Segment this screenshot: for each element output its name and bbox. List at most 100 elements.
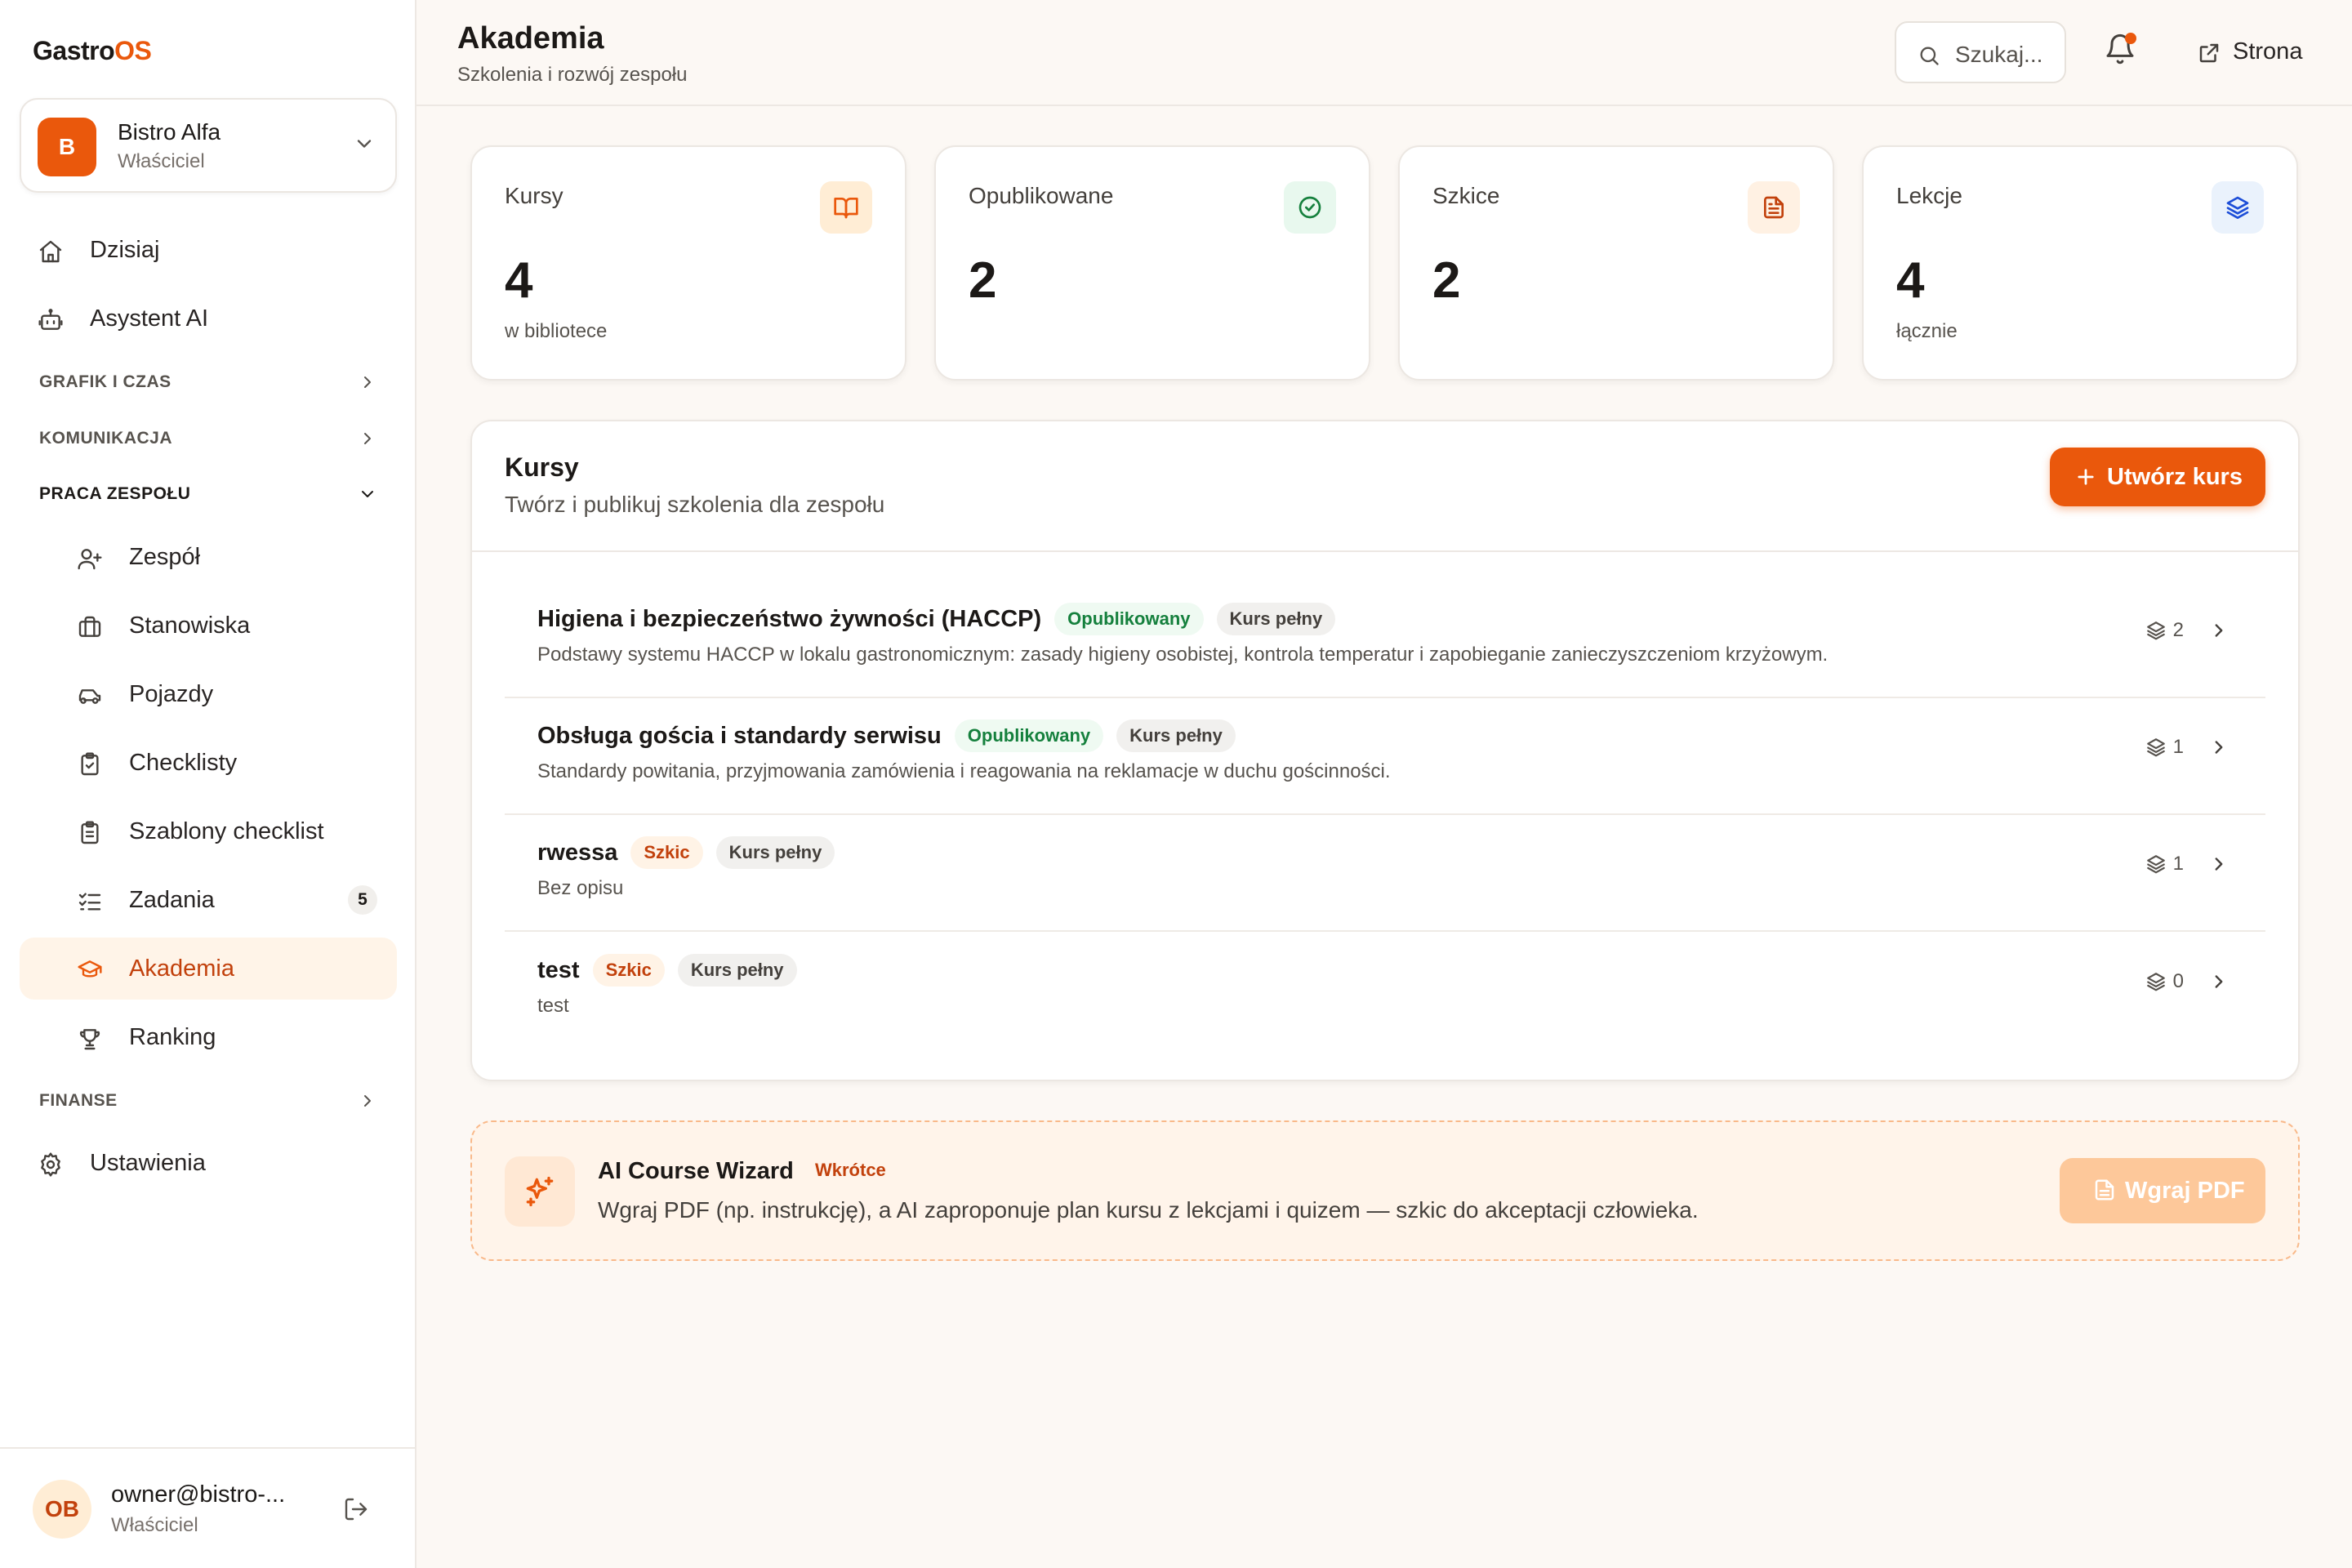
course-row[interactable]: Higiena i bezpieczeństwo żywności (HACCP… — [505, 581, 2265, 698]
lesson-count: 0 — [2172, 970, 2184, 992]
org-role: Właściciel — [118, 150, 205, 172]
chevron-right-icon[interactable] — [2208, 853, 2230, 875]
stat-card-drafts: Szkice 2 — [1398, 145, 1834, 381]
clipboard-check-icon — [77, 751, 103, 777]
sidebar-section-communication[interactable]: KOMUNIKACJA — [39, 422, 377, 455]
org-name: Bistro Alfa — [118, 119, 221, 145]
page-subtitle: Szkolenia i rozwój zespołu — [457, 64, 688, 86]
course-row[interactable]: Obsługa gościa i standardy serwisu Opubl… — [505, 698, 2265, 815]
stat-note: w bibliotece — [505, 320, 608, 342]
upload-pdf-button[interactable]: Wgraj PDF — [2060, 1158, 2265, 1223]
course-description: Bez opisu — [537, 877, 624, 899]
course-description: test — [537, 995, 569, 1017]
sidebar-item-ranking[interactable]: Ranking — [20, 1006, 397, 1068]
section-label: PRACA ZESPOŁU — [39, 484, 191, 503]
layers-icon — [2212, 181, 2264, 234]
search-icon — [1918, 44, 1940, 67]
notifications-button[interactable] — [2104, 33, 2140, 69]
create-course-label: Utwórz kurs — [2107, 464, 2243, 490]
page-title: Akademia — [457, 21, 604, 56]
sidebar-item-label: Akademia — [129, 955, 234, 982]
graduation-cap-icon — [77, 957, 103, 983]
sidebar-item-label: Dzisiaj — [90, 236, 160, 263]
logo-accent-text: OS — [114, 36, 152, 65]
sidebar-item-team[interactable]: Zespół — [20, 526, 397, 588]
user-role: Właściciel — [111, 1514, 198, 1536]
sidebar-item-label: Szablony checklist — [129, 817, 324, 844]
stat-value: 4 — [1896, 252, 1925, 309]
sidebar-item-academy[interactable]: Akademia — [20, 938, 397, 1000]
stat-card-courses: Kursy 4 w bibliotece — [470, 145, 906, 381]
sidebar-section-teamwork[interactable]: PRACA ZESPOŁU — [39, 478, 377, 510]
status-badge: Szkic — [592, 954, 665, 987]
sidebar-item-label: Asystent AI — [90, 305, 209, 332]
external-link-icon — [2197, 41, 2221, 65]
sidebar-section-finance[interactable]: FINANSE — [39, 1085, 377, 1117]
course-row[interactable]: rwessa Szkic Kurs pełny Bez opisu 1 — [505, 815, 2265, 932]
stat-value: 2 — [1432, 252, 1461, 309]
course-title: rwessa — [537, 839, 618, 866]
lesson-count: 2 — [2172, 619, 2184, 641]
stat-label: Lekcje — [1896, 183, 1962, 208]
search-input[interactable]: Szukaj... — [1895, 21, 2066, 83]
stat-card-published: Opublikowane 2 — [934, 145, 1370, 381]
chevron-right-icon[interactable] — [2208, 971, 2230, 992]
ai-wizard-title: AI Course Wizard — [598, 1158, 794, 1184]
sidebar-item-settings[interactable]: Ustawienia — [20, 1132, 397, 1194]
course-kind-badge: Kurs pełny — [677, 954, 797, 987]
sidebar-item-tasks[interactable]: Zadania 5 — [20, 869, 397, 931]
create-course-button[interactable]: Utwórz kurs — [2050, 448, 2265, 506]
sidebar-item-label: Zadania — [129, 886, 215, 913]
sidebar-item-today[interactable]: Dzisiaj — [20, 219, 397, 281]
course-row[interactable]: test Szkic Kurs pełny test 0 — [505, 933, 2265, 1049]
gear-icon — [38, 1152, 64, 1178]
stat-card-lessons: Lekcje 4 łącznie — [1862, 145, 2298, 381]
courses-panel: Kursy Twórz i publikuj szkolenia dla zes… — [470, 420, 2300, 1081]
site-link-label: Strona — [2233, 38, 2303, 65]
tasks-count-badge: 5 — [348, 885, 377, 915]
stat-label: Kursy — [505, 183, 564, 208]
logout-icon[interactable] — [343, 1496, 369, 1522]
chevron-down-icon — [353, 132, 376, 155]
user-email: owner@bistro-... — [111, 1481, 286, 1508]
sidebar-item-positions[interactable]: Stanowiska — [20, 595, 397, 657]
book-open-icon — [820, 181, 872, 234]
sidebar-item-label: Pojazdy — [129, 680, 214, 707]
sidebar-item-checklists[interactable]: Checklisty — [20, 732, 397, 794]
user-profile: OB owner@bistro-... Właściciel — [0, 1447, 415, 1568]
sidebar-item-ai-assistant[interactable]: Asystent AI — [20, 287, 397, 350]
stat-note: łącznie — [1896, 320, 1958, 342]
course-kind-badge: Kurs pełny — [1216, 603, 1336, 635]
panel-title: Kursy — [505, 452, 579, 482]
site-link-button[interactable]: Strona — [2189, 24, 2332, 80]
course-title: Higiena i bezpieczeństwo żywności (HACCP… — [537, 605, 1042, 632]
sidebar-item-label: Stanowiska — [129, 612, 251, 639]
org-avatar: B — [38, 118, 96, 176]
course-kind-badge: Kurs pełny — [715, 836, 835, 869]
app-logo[interactable]: GastroOS — [33, 36, 152, 66]
chevron-right-icon[interactable] — [2208, 620, 2230, 641]
sidebar-item-checklist-templates[interactable]: Szablony checklist — [20, 800, 397, 862]
stat-label: Szkice — [1432, 183, 1500, 208]
lesson-count: 1 — [2172, 736, 2184, 758]
ai-wizard-description: Wgraj PDF (np. instrukcję), a AI zapropo… — [598, 1197, 1699, 1223]
status-badge: Opublikowany — [954, 719, 1104, 752]
page-header: Akademia Szkolenia i rozwój zespołu Szuk… — [416, 0, 2352, 106]
sparkles-icon — [505, 1156, 575, 1227]
layers-icon — [2145, 620, 2167, 641]
sidebar: GastroOS B Bistro Alfa Właściciel Dzisia… — [0, 0, 416, 1568]
section-label: KOMUNIKACJA — [39, 429, 172, 448]
list-checks-icon — [77, 889, 103, 915]
avatar[interactable]: OB — [33, 1480, 91, 1539]
course-description: Podstawy systemu HACCP w lokalu gastrono… — [537, 644, 1829, 666]
sidebar-section-schedule[interactable]: GRAFIK I CZAS — [39, 366, 377, 399]
notification-dot — [2125, 33, 2136, 44]
user-plus-icon — [77, 546, 103, 572]
chevron-right-icon[interactable] — [2208, 737, 2230, 758]
plus-icon — [2074, 466, 2097, 488]
org-switcher[interactable]: B Bistro Alfa Właściciel — [20, 98, 397, 193]
upload-pdf-label: Wgraj PDF — [2125, 1178, 2245, 1204]
layers-icon — [2145, 971, 2167, 992]
stat-value: 2 — [969, 252, 997, 309]
sidebar-item-vehicles[interactable]: Pojazdy — [20, 663, 397, 725]
